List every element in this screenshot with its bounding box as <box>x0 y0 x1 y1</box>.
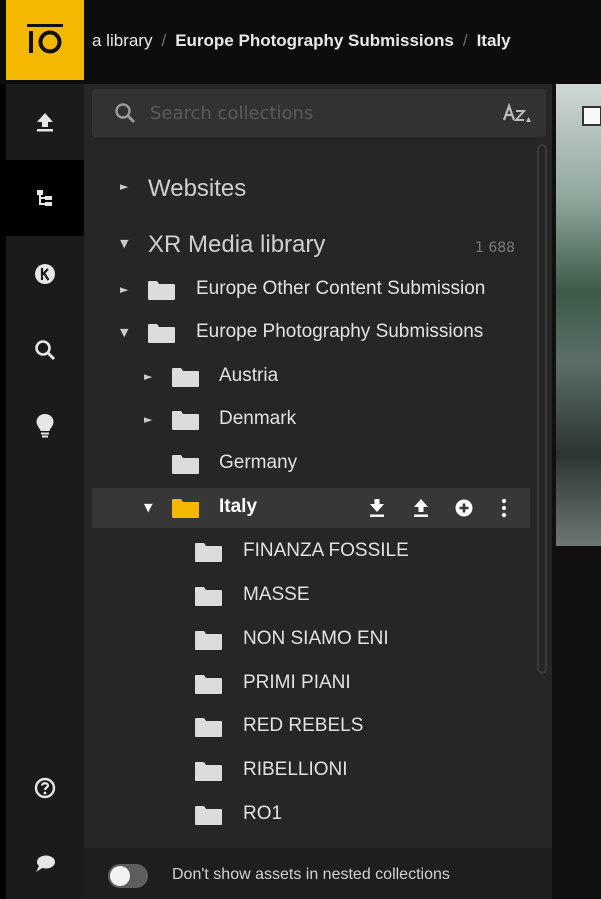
expand-arrow-icon[interactable]: ► <box>120 283 128 296</box>
expand-arrow-icon[interactable]: ► <box>144 413 152 426</box>
tree-item-europe-photography[interactable]: ▼ Europe Photography Submissions <box>84 313 539 353</box>
folder-icon <box>195 631 222 650</box>
tree-item-label: Italy <box>219 496 258 517</box>
tree-item-europe-other[interactable]: ► Europe Other Content Submission <box>84 270 539 310</box>
breadcrumb-item-library[interactable]: a library <box>92 31 152 50</box>
breadcrumb-separator: / <box>462 31 468 50</box>
asset-count: 1 688 <box>475 240 516 256</box>
search-icon <box>115 103 135 123</box>
folder-icon <box>172 455 199 474</box>
folder-icon <box>148 324 175 343</box>
tree-item-websites[interactable]: ► Websites <box>84 170 539 210</box>
upload-icon[interactable] <box>412 498 430 518</box>
breadcrumb-separator: / <box>161 31 167 50</box>
lightbulb-icon <box>36 414 54 438</box>
chat-icon <box>36 855 55 872</box>
help-icon <box>34 777 56 799</box>
tree-item-xr-media-library[interactable]: ▼ XR Media library 1 688 <box>84 227 539 267</box>
tree-item-label: Europe Other Content Submission <box>196 278 486 299</box>
folder-icon <box>148 281 175 300</box>
tree-item-label: Websites <box>148 175 247 202</box>
tree-item-label: PRIMI PIANI <box>243 672 351 693</box>
tree-item-label: Germany <box>219 452 298 473</box>
tree-item-non-siamo-eni[interactable]: NON SIAMO ENI <box>84 620 539 660</box>
nested-assets-toggle[interactable] <box>108 864 148 888</box>
tree-item-label: RO1 <box>243 803 283 824</box>
breadcrumb: a library / Europe Photography Submissions… <box>92 31 601 51</box>
keyword-rail-button[interactable] <box>6 236 84 312</box>
tree-item-austria[interactable]: ► Austria <box>84 357 539 397</box>
tree-item-label: FINANZA FOSSILE <box>243 540 409 561</box>
tree-item-label: NON SIAMO ENI <box>243 628 389 649</box>
left-rail <box>6 84 84 899</box>
folder-icon <box>195 762 222 781</box>
tree-item-ro1[interactable]: RO1 <box>84 795 539 835</box>
expand-arrow-icon[interactable]: ► <box>144 370 152 383</box>
k-icon <box>35 264 55 284</box>
collapse-arrow-icon[interactable]: ▼ <box>120 237 128 250</box>
tree-item-denmark[interactable]: ► Denmark <box>84 400 539 440</box>
tree-item-primi-piani[interactable]: PRIMI PIANI <box>84 664 539 704</box>
collections-panel: Search collections ► Websites ▼ XR Media… <box>84 84 552 899</box>
sort-az-icon[interactable] <box>502 103 532 125</box>
nested-assets-toggle-label: Don't show assets in nested collections <box>172 866 450 883</box>
tree-item-label: Europe Photography Submissions <box>196 321 484 342</box>
add-circle-icon[interactable] <box>455 499 473 517</box>
tree-item-red-rebels[interactable]: RED REBELS <box>84 707 539 747</box>
scrollbar[interactable] <box>537 144 547 674</box>
folder-icon <box>172 411 199 430</box>
tree-item-finanza-fossile[interactable]: FINANZA FOSSILE <box>84 532 539 572</box>
breadcrumb-item-italy[interactable]: Italy <box>477 31 511 50</box>
asset-preview-area <box>552 84 601 899</box>
tree-item-masse[interactable]: MASSE <box>84 576 539 616</box>
download-icon[interactable] <box>368 498 386 518</box>
collections-rail-button[interactable] <box>6 160 84 236</box>
tree-item-italy[interactable]: ▼ Italy <box>92 488 530 528</box>
breadcrumb-item-europe-photography[interactable]: Europe Photography Submissions <box>175 31 454 50</box>
collapse-arrow-icon[interactable]: ▼ <box>144 501 152 514</box>
tree-item-label: Denmark <box>219 408 297 429</box>
folder-icon <box>195 806 222 825</box>
tree-item-label: MASSE <box>243 584 310 605</box>
toggle-knob <box>110 866 130 886</box>
search-icon <box>35 340 56 361</box>
collapse-arrow-icon[interactable]: ▼ <box>120 326 128 339</box>
insights-rail-button[interactable] <box>6 388 84 464</box>
tree-item-label: Austria <box>219 365 279 386</box>
upload-rail-button[interactable] <box>6 84 84 160</box>
help-rail-button[interactable] <box>6 750 84 826</box>
folder-icon <box>172 499 199 518</box>
tree-item-label: RED REBELS <box>243 715 364 736</box>
tree-item-germany[interactable]: Germany <box>84 444 539 484</box>
tree-item-ribellioni[interactable]: RIBELLIONI <box>84 751 539 791</box>
expand-arrow-icon[interactable]: ► <box>120 180 128 193</box>
chat-rail-button[interactable] <box>6 826 84 899</box>
more-vertical-icon[interactable] <box>500 498 508 518</box>
folder-icon <box>195 587 222 606</box>
logo-icon[interactable] <box>6 0 84 80</box>
search-collections-box[interactable]: Search collections <box>92 89 546 137</box>
folder-icon <box>195 675 222 694</box>
panel-footer: Don't show assets in nested collections <box>84 848 552 899</box>
tree-icon <box>37 190 52 206</box>
search-rail-button[interactable] <box>6 312 84 388</box>
asset-thumbnail[interactable] <box>556 84 601 546</box>
tree-item-label: XR Media library <box>148 231 326 258</box>
tree-item-label: RIBELLIONI <box>243 759 348 780</box>
folder-icon <box>195 543 222 562</box>
asset-select-checkbox[interactable] <box>582 106 601 126</box>
folder-icon <box>172 368 199 387</box>
folder-icon <box>195 718 222 737</box>
upload-icon <box>37 113 53 132</box>
top-bar: a library / Europe Photography Submissions… <box>0 0 601 84</box>
search-input[interactable]: Search collections <box>150 103 313 124</box>
